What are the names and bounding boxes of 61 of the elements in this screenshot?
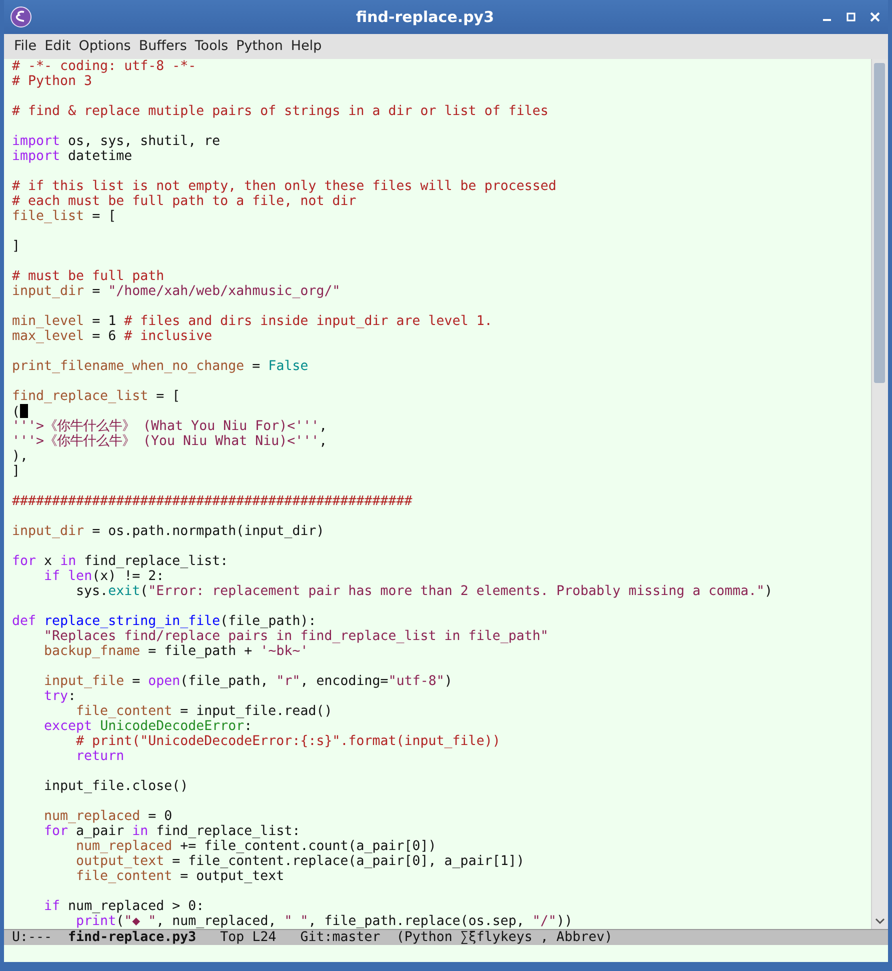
menu-item[interactable]: Buffers xyxy=(134,35,191,58)
scrollbar[interactable] xyxy=(871,59,888,930)
code-line: output_text = file_content.replace(a_pair[0], a_pair[1]) xyxy=(75,854,526,870)
code-line: if len(x) != 2: xyxy=(43,569,166,584)
menu-item[interactable]: Edit xyxy=(40,35,75,58)
code-line: ################################################## xyxy=(12,494,414,510)
code-line: sys.exit("Error: replacement pair has more than 2 elements. Probably missing a comma.") xyxy=(75,584,774,600)
code-line: except UnicodeDecodeError: xyxy=(43,719,254,734)
code-line: print("◆ ", num_replaced, " ", file_path.replace(os.sep, "/")) xyxy=(75,914,574,930)
buffer-status: U:--- xyxy=(12,930,52,946)
code-line: max_level = 6 # inclusive xyxy=(12,329,214,344)
code-line: ( xyxy=(12,404,871,420)
code-line: file_content = input_file.read() xyxy=(75,704,334,720)
code-line: return xyxy=(75,749,126,764)
code-line: '''>《你牛什么牛》 (What You Niu For)<''', xyxy=(12,419,328,434)
code-line: print_filename_when_no_change = False xyxy=(12,359,310,374)
code-line: input_file.close() xyxy=(43,779,190,794)
code-line: # find & replace mutiple pairs of strings in a dir or list of files xyxy=(12,104,550,120)
major-mode: (Python ∑ξflykeys , Abbrev) xyxy=(396,930,612,946)
buffer-name: find-replace.py3 xyxy=(68,930,196,946)
scrollbar-thumb[interactable] xyxy=(874,63,885,384)
code-line: min_level = 1 # files and dirs inside input_dir are level 1. xyxy=(12,314,494,330)
menu-item[interactable]: Python xyxy=(232,35,287,58)
app-logo-icon xyxy=(10,6,32,28)
close-icon[interactable] xyxy=(870,12,880,22)
menu-item[interactable]: Help xyxy=(286,35,326,58)
code-line: "Replaces find/replace pairs in find_replace_list in file_path" xyxy=(43,629,550,644)
code-line: input_file = open(file_path, "r", encoding="utf-8") xyxy=(43,674,454,690)
code-line: def replace_string_in_file(file_path): xyxy=(12,614,318,630)
code-line: input_dir = "/home/xah/web/xahmusic_org/" xyxy=(12,284,342,300)
code-line: backup_fname = file_path + '~bk~' xyxy=(43,644,310,660)
scroll-down-icon[interactable] xyxy=(875,918,885,926)
code-line: for x in find_replace_list: xyxy=(12,554,230,570)
code-line: for a_pair in find_replace_list: xyxy=(43,824,302,840)
code-line: input_dir = os.path.normpath(input_dir) xyxy=(12,524,326,540)
code-line: '''>《你牛什么牛》 (You Niu What Niu)<''', xyxy=(12,434,328,450)
window-title: find-replace.py3 xyxy=(354,8,496,26)
code-line: # must be full path xyxy=(12,269,166,284)
menu-item[interactable]: Options xyxy=(74,35,135,58)
code-line: file_content = output_text xyxy=(75,869,286,884)
menu-item[interactable]: Tools xyxy=(190,35,232,58)
code-line: num_replaced += file_content.count(a_pair[0]) xyxy=(75,839,438,854)
code-line: import datetime xyxy=(12,149,134,164)
vc-branch: Git:master xyxy=(300,930,380,946)
code-line: # -*- coding: utf-8 -*- xyxy=(12,59,198,74)
code-line: try: xyxy=(43,689,77,704)
code-line: import os, sys, shutil, re xyxy=(12,134,222,150)
maximize-icon[interactable] xyxy=(846,12,856,22)
code-line: ] xyxy=(12,239,22,254)
code-line: # each must be full path to a file, not dir xyxy=(12,194,358,210)
code-line: find_replace_list = [ xyxy=(12,389,182,404)
code-line: # if this list is not empty, then only these files will be processed xyxy=(12,179,558,194)
code-line: num_replaced = 0 xyxy=(43,809,174,824)
code-line: ] xyxy=(12,464,22,480)
code-line: # Python 3 xyxy=(12,74,94,90)
code-line: file_list = [ xyxy=(12,209,118,224)
code-line: if num_replaced > 0: xyxy=(43,899,206,914)
menu-item[interactable]: File xyxy=(10,35,41,58)
code-line: # print("UnicodeDecodeError:{:s}".format(input_file)) xyxy=(75,734,502,750)
buffer-position: Top L24 xyxy=(220,930,276,946)
code-line: ), xyxy=(12,449,30,464)
